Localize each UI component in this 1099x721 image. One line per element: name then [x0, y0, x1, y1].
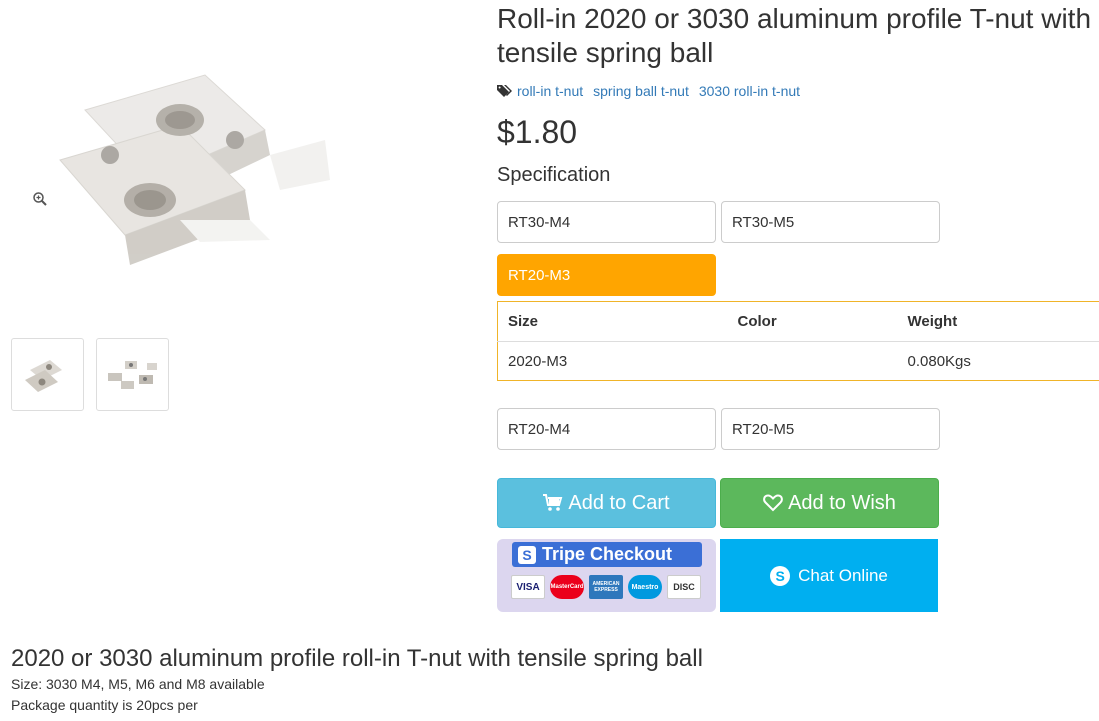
option-row: RT30-M4 RT30-M5 [497, 201, 1099, 243]
chat-online-button[interactable]: S Chat Online [720, 539, 938, 612]
mastercard-card-icon: MasterCard [550, 575, 584, 599]
specification-label: Specification [497, 164, 611, 186]
spec-table-header: Size Color Weight [497, 301, 1099, 342]
option-rt30-m4[interactable]: RT30-M4 [497, 201, 716, 243]
spec-cell-weight: 0.080Kgs [907, 352, 971, 370]
option-row: RT20-M4 RT20-M5 [497, 408, 1099, 450]
option-rt30-m5[interactable]: RT30-M5 [721, 201, 940, 243]
discover-card-icon: DISC [667, 575, 701, 599]
stripe-checkout-label: Tripe Checkout [542, 544, 673, 564]
table-row: 2020-M3 0.080Kgs [498, 342, 1099, 381]
description-line-package: Package quantity is 20pcs per [11, 697, 198, 713]
chat-online-label: Chat Online [798, 565, 888, 585]
spec-header-weight: Weight [897, 301, 1099, 342]
product-info: Roll-in 2020 or 3030 aluminum profile T-… [497, 0, 1099, 612]
thumbnail-strip [11, 338, 169, 411]
action-row: Add to Cart Add to Wish [497, 478, 1099, 528]
option-rt20-m5[interactable]: RT20-M5 [721, 408, 940, 450]
thumbnail-2[interactable] [96, 338, 169, 411]
spec-cell-size: 2020-M3 [508, 352, 568, 370]
option-rt20-m4[interactable]: RT20-M4 [497, 408, 716, 450]
option-row: RT20-M3 [497, 254, 1099, 296]
product-description: 2020 or 3030 aluminum profile roll-in T-… [11, 644, 1091, 716]
amex-card-icon: AMERICAN EXPRESS [589, 575, 623, 599]
stripe-checkout-header: S Tripe Checkout [512, 542, 702, 567]
product-price: $1.80 [497, 114, 578, 150]
add-to-wish-button[interactable]: Add to Wish [720, 478, 939, 528]
spec-table: Size Color Weight 2020-M3 0.080Kgs [497, 301, 1099, 381]
heart-icon [763, 494, 783, 512]
tag-link-roll-in[interactable]: roll-in t-nut [517, 83, 583, 99]
tag-link-3030-roll-in[interactable]: 3030 roll-in t-nut [699, 83, 800, 99]
stripe-checkout-button[interactable]: S Tripe Checkout VISA MasterCard AMERICA… [497, 539, 716, 612]
product-gallery [0, 0, 470, 420]
cart-icon [543, 494, 563, 511]
stripe-badge: S [518, 545, 536, 564]
product-main-image[interactable] [30, 70, 350, 280]
thumbnail-image [107, 360, 157, 389]
payment-row: S Tripe Checkout VISA MasterCard AMERICA… [497, 539, 1099, 612]
thumbnail-image [24, 359, 62, 392]
thumbnail-1[interactable] [11, 338, 84, 411]
maestro-card-icon: Maestro [628, 575, 662, 599]
visa-card-icon: VISA [511, 575, 545, 599]
description-line-size: Size: 3030 M4, M5, M6 and M8 available [11, 676, 265, 692]
option-rt20-m3-selected[interactable]: RT20-M3 [497, 254, 716, 296]
spec-header-size: Size [497, 301, 728, 342]
description-heading: 2020 or 3030 aluminum profile roll-in T-… [11, 645, 703, 672]
tag-link-spring-ball[interactable]: spring ball t-nut [593, 83, 689, 99]
tag-list: roll-in t-nut spring ball t-nut 3030 rol… [497, 83, 1099, 99]
add-to-cart-label: Add to Cart [568, 491, 670, 514]
add-to-cart-button[interactable]: Add to Cart [497, 478, 716, 528]
product-title: Roll-in 2020 or 3030 aluminum profile T-… [497, 3, 1092, 68]
spec-cell-color [728, 342, 898, 381]
zoom-icon[interactable] [32, 191, 48, 207]
tags-icon [497, 85, 512, 97]
add-to-wish-label: Add to Wish [788, 491, 896, 514]
skype-icon: S [770, 565, 791, 586]
payment-cards: VISA MasterCard AMERICAN EXPRESS Maestro… [511, 575, 701, 599]
spec-header-color: Color [727, 301, 898, 342]
